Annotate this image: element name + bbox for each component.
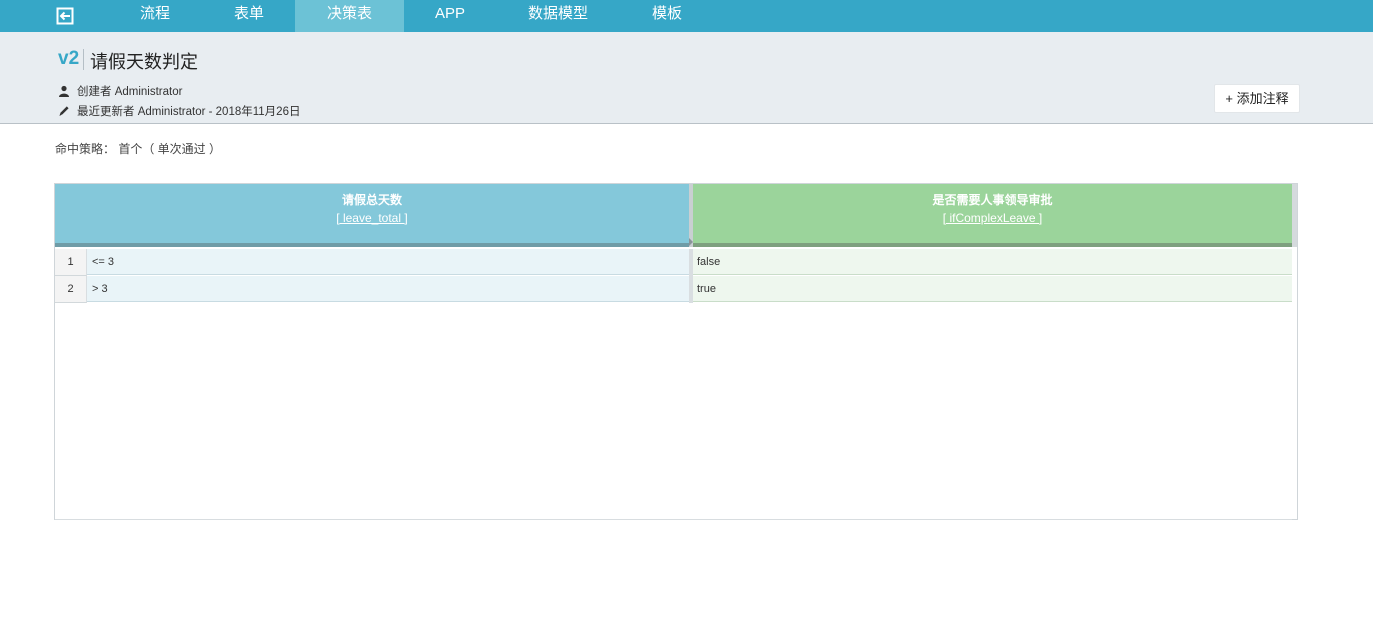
row-number: 1 xyxy=(55,249,87,276)
pencil-icon xyxy=(59,106,69,116)
output-cell[interactable]: false xyxy=(693,249,1292,275)
input-column-header[interactable]: 请假总天数 [ leave_total ] xyxy=(55,184,689,247)
title-divider xyxy=(83,49,84,70)
input-cell[interactable]: <= 3 xyxy=(87,249,689,275)
nav-tab-templates[interactable]: 模板 xyxy=(630,0,704,32)
output-header-bar xyxy=(693,243,1292,247)
table-row: 1 <= 3 false xyxy=(55,249,1292,276)
nav-tab-decision-tables[interactable]: 决策表 xyxy=(295,0,404,38)
output-column-variable[interactable]: [ ifComplexLeave ] xyxy=(693,211,1292,225)
nav-tab-process[interactable]: 流程 xyxy=(118,0,192,32)
header-edge xyxy=(1292,184,1297,247)
table-bottom-line xyxy=(55,519,1292,520)
created-by-row: 创建者 Administrator xyxy=(58,83,182,99)
nav-tab-data-models[interactable]: 数据模型 xyxy=(516,0,600,32)
exit-icon[interactable] xyxy=(55,6,75,26)
output-cell[interactable]: true xyxy=(693,276,1292,302)
top-nav: 流程 表单 决策表 APP 数据模型 模板 xyxy=(0,0,1373,38)
page-header: v2 请假天数判定 创建者 Administrator 最近更新者 Admini… xyxy=(0,32,1373,124)
input-cell[interactable]: > 3 xyxy=(87,276,689,302)
input-column-variable[interactable]: [ leave_total ] xyxy=(55,211,689,225)
last-updated-text: 最近更新者 Administrator - 2018年11月26日 xyxy=(77,106,301,118)
output-column-header[interactable]: 是否需要人事领导审批 [ ifComplexLeave ] xyxy=(693,184,1292,247)
output-column-name: 是否需要人事领导审批 xyxy=(932,193,1053,207)
page-title: 请假天数判定 xyxy=(90,52,198,72)
created-by-text: 创建者 Administrator xyxy=(77,86,183,98)
last-updated-row: 最近更新者 Administrator - 2018年11月26日 xyxy=(58,103,300,119)
user-icon xyxy=(59,85,69,97)
row-number: 2 xyxy=(55,276,87,303)
table-row: 2 > 3 true xyxy=(55,276,1292,303)
nav-tab-app[interactable]: APP xyxy=(413,0,487,32)
version-badge: v2 xyxy=(58,48,80,69)
nav-tab-forms[interactable]: 表单 xyxy=(212,0,286,32)
input-column-name: 请假总天数 xyxy=(341,193,402,207)
hit-policy-text: 命中策略： 首个（ 单次通过 ） xyxy=(55,142,222,156)
input-header-bar xyxy=(55,243,689,247)
add-note-button[interactable]: + 添加注释 xyxy=(1214,84,1300,113)
decision-table: 请假总天数 [ leave_total ] 是否需要人事领导审批 [ ifCom… xyxy=(54,183,1298,520)
